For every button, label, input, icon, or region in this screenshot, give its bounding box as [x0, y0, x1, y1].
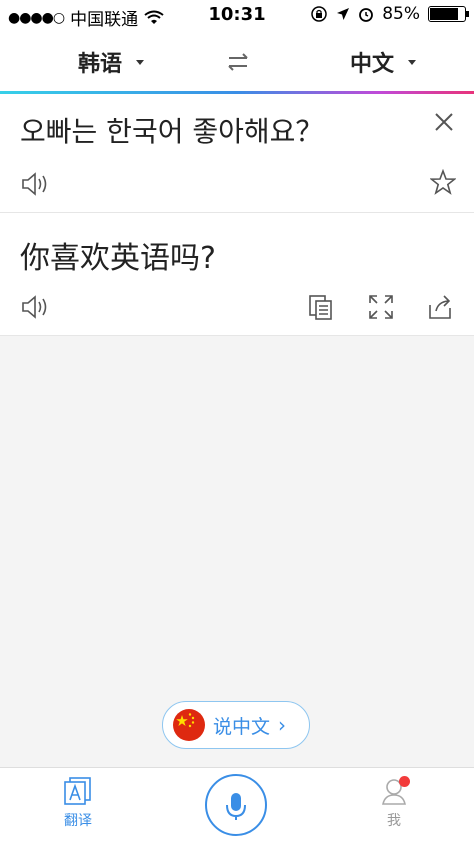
target-language-selector[interactable]: 中文	[350, 46, 417, 78]
tab-me-label: 我	[387, 813, 401, 829]
swap-icon[interactable]	[224, 48, 252, 76]
tab-translate-label: 翻译	[64, 813, 92, 829]
speaker-icon[interactable]	[20, 170, 50, 198]
status-bar: ●●●●○ 中国联通 10:31 85%	[0, 0, 474, 30]
source-text[interactable]: 오빠는 한국어 좋아해요？	[20, 110, 323, 150]
speaker-icon[interactable]	[20, 293, 50, 321]
speak-button-label: 说中文	[213, 715, 271, 738]
tab-translate[interactable]: 翻译	[48, 776, 108, 830]
target-language-label: 中文	[350, 52, 395, 77]
translation-text: 你喜欢英语吗?	[20, 241, 216, 276]
notification-badge	[399, 776, 410, 787]
china-flag-icon	[173, 709, 205, 741]
lock-rotation-icon	[311, 6, 327, 22]
chevron-right-icon: ›	[278, 713, 287, 737]
location-icon	[337, 8, 350, 20]
input-card[interactable]: 오빠는 한국어 좋아해요？	[0, 94, 474, 213]
star-icon[interactable]	[430, 169, 456, 195]
translate-tab-icon	[64, 777, 91, 805]
source-language-label: 韩语	[78, 52, 123, 77]
share-icon[interactable]	[426, 293, 454, 321]
microphone-button[interactable]	[205, 774, 267, 836]
battery-percent: 85%	[382, 4, 420, 24]
result-card: 你喜欢英语吗?	[0, 213, 474, 336]
tab-me[interactable]: 我	[364, 776, 424, 830]
alarm-icon	[359, 8, 374, 22]
copy-icon[interactable]	[307, 293, 335, 321]
fullscreen-icon[interactable]	[367, 293, 395, 321]
chevron-down-icon	[408, 59, 417, 65]
tab-bar: 翻译 我	[0, 767, 474, 842]
chevron-down-icon	[136, 59, 145, 65]
source-language-selector[interactable]: 韩语	[78, 46, 145, 78]
microphone-icon	[226, 793, 246, 820]
language-bar: 韩语 中文	[0, 30, 474, 92]
close-icon[interactable]	[432, 110, 456, 134]
battery-icon	[428, 6, 469, 22]
speak-chinese-button[interactable]: 说中文 ›	[162, 701, 310, 749]
